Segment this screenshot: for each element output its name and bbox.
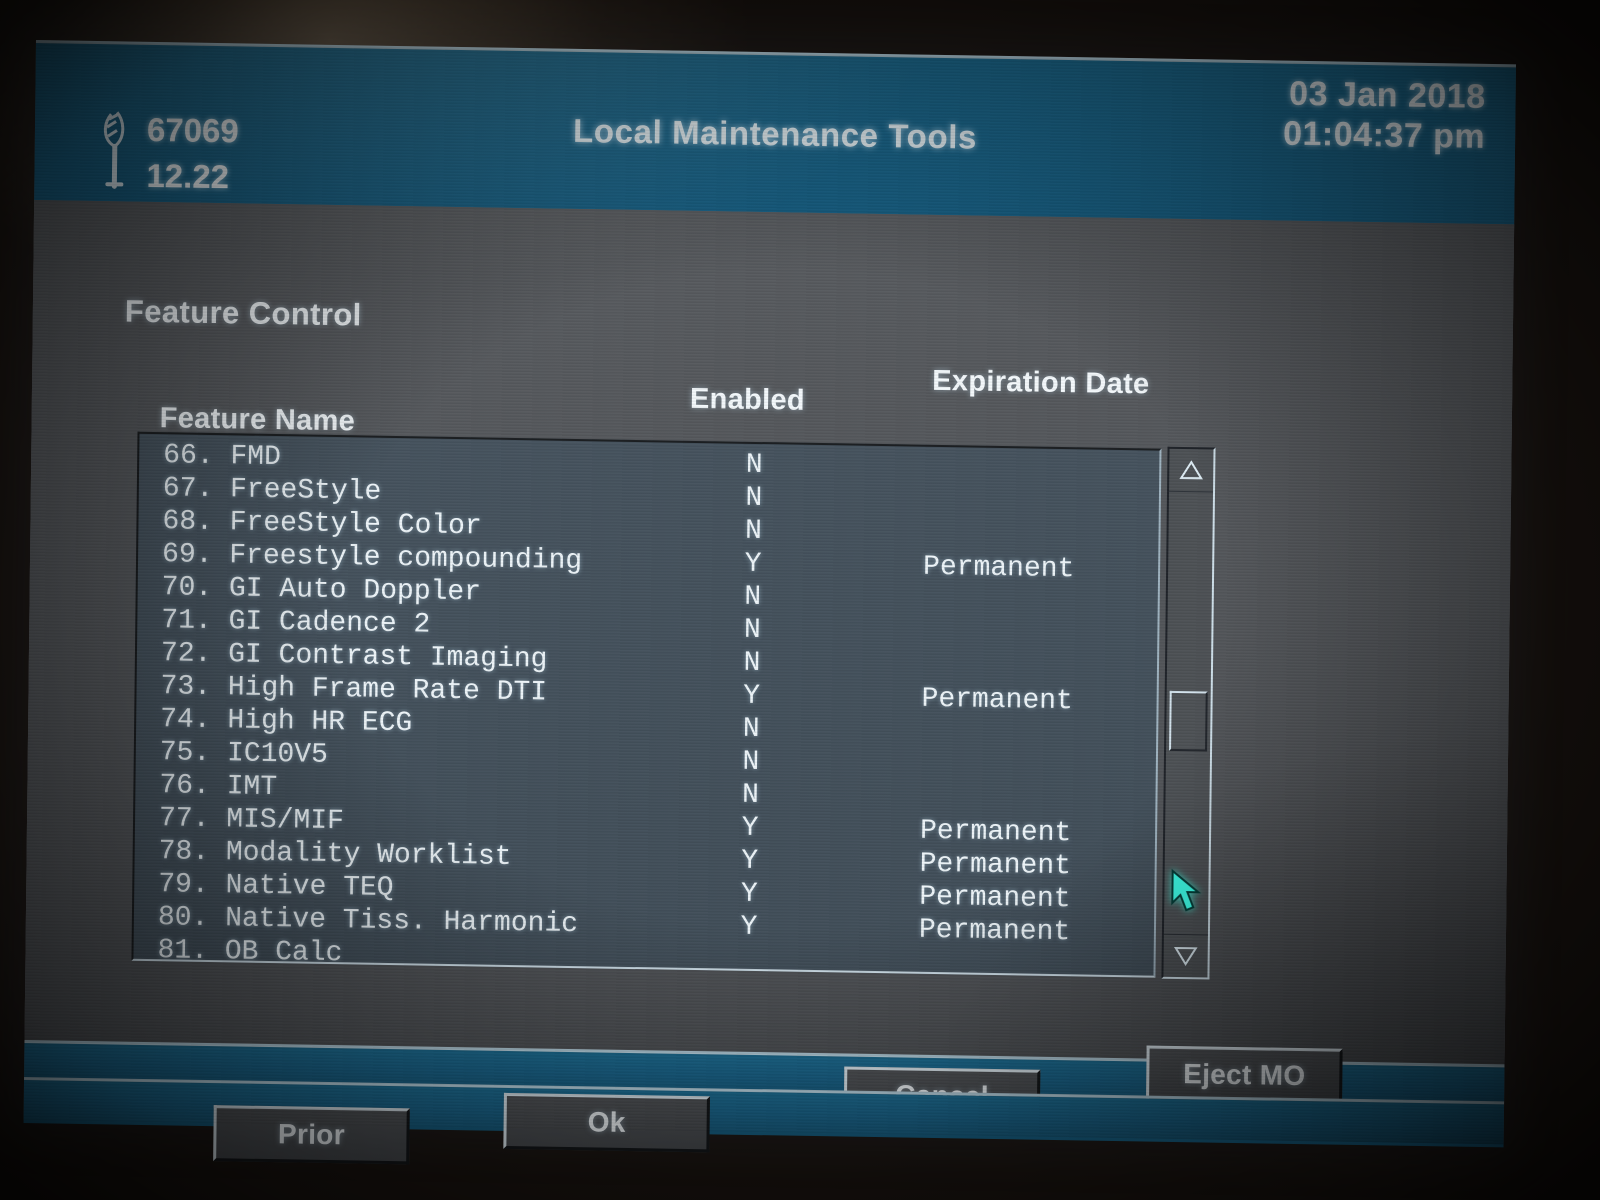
probe-status-block: 67069 12.22 (98, 106, 239, 200)
feature-name-cell: 81. OB Calc (157, 935, 343, 970)
feature-name-cell: 76. IMT (159, 770, 278, 804)
enabled-cell: N (742, 746, 760, 779)
feature-list[interactable]: 66. FMD N 67. FreeStyle N 68. FreeStyle Colo… (131, 431, 1162, 978)
expiration-cell: Permanent (921, 683, 1074, 718)
enabled-cell: Y (740, 911, 758, 944)
probe-version: 12.22 (146, 156, 230, 196)
feature-name-cell: 69. Freestyle compounding (161, 539, 583, 578)
crt-screen: 03 Jan 2018 01:04:37 pm Local Maintenanc… (23, 40, 1517, 1165)
enabled-cell: N (743, 647, 761, 680)
feature-name-cell: 68. FreeStyle Color (162, 506, 482, 543)
scrollbar-thumb[interactable] (1169, 690, 1208, 752)
prior-button[interactable]: Prior (213, 1105, 410, 1165)
enabled-cell: Y (741, 812, 759, 845)
triangle-up-icon (1179, 460, 1203, 480)
enabled-cell: Y (743, 680, 761, 713)
feature-name-cell: 70. GI Auto Doppler (161, 572, 482, 609)
feature-name-cell: 72. GI Contrast Imaging (160, 638, 548, 676)
feature-name-cell: 75. IC10V5 (159, 737, 329, 771)
title-bar: 03 Jan 2018 01:04:37 pm Local Maintenanc… (34, 40, 1517, 228)
column-header-expiration: Expiration Date (932, 364, 1150, 401)
expiration-cell: Permanent (918, 914, 1071, 949)
enabled-cell: N (743, 614, 761, 647)
expiration-cell: Permanent (922, 551, 1075, 586)
expiration-cell: Permanent (919, 815, 1072, 850)
scroll-down-button[interactable] (1163, 933, 1208, 978)
triangle-down-icon (1173, 946, 1198, 967)
photo-environment: 03 Jan 2018 01:04:37 pm Local Maintenanc… (0, 0, 1600, 1200)
scroll-up-button[interactable] (1169, 448, 1214, 493)
feature-name-cell: 80. Native Tiss. Harmonic (157, 902, 579, 941)
enabled-cell: Y (741, 845, 759, 878)
enabled-cell: N (745, 482, 763, 515)
feature-name-cell: 73. High Frame Rate DTI (160, 671, 548, 709)
feature-name-cell: 66. FMD (163, 440, 282, 474)
enabled-cell: Y (740, 878, 758, 911)
feature-list-rows: 66. FMD N 67. FreeStyle N 68. FreeStyle Colo… (133, 434, 1159, 978)
enabled-cell: N (744, 581, 762, 614)
date-text: 03 Jan 2018 (1288, 74, 1486, 116)
column-header-enabled: Enabled (689, 382, 806, 417)
feature-name-cell: 71. GI Cadence 2 (161, 605, 431, 641)
feature-name-cell: 77. MIS/MIF (158, 803, 345, 838)
feature-name-cell: 74. High HR ECG (160, 704, 413, 740)
probe-id: 67069 (146, 110, 239, 150)
enabled-cell: N (744, 515, 763, 548)
enabled-cell: N (745, 449, 763, 482)
monitor-screen-wrapper: 03 Jan 2018 01:04:37 pm Local Maintenanc… (23, 40, 1517, 1165)
enabled-cell: N (742, 713, 760, 746)
enabled-cell: N (741, 779, 760, 812)
mouse-pointer-icon (1169, 868, 1204, 919)
feature-name-cell: 67. FreeStyle (162, 473, 382, 508)
ok-button[interactable]: Ok (503, 1092, 710, 1153)
expiration-cell: Permanent (919, 848, 1072, 883)
probe-icon (98, 106, 133, 191)
feature-control-dialog: Feature Control Feature Name Enabled Exp… (24, 200, 1515, 1065)
feature-name-cell: 78. Modality Worklist (158, 836, 512, 874)
enabled-cell: Y (744, 548, 762, 581)
page-title: Feature Control (124, 293, 362, 333)
expiration-cell: Permanent (919, 881, 1071, 916)
feature-name-cell: 79. Native TEQ (158, 869, 394, 905)
